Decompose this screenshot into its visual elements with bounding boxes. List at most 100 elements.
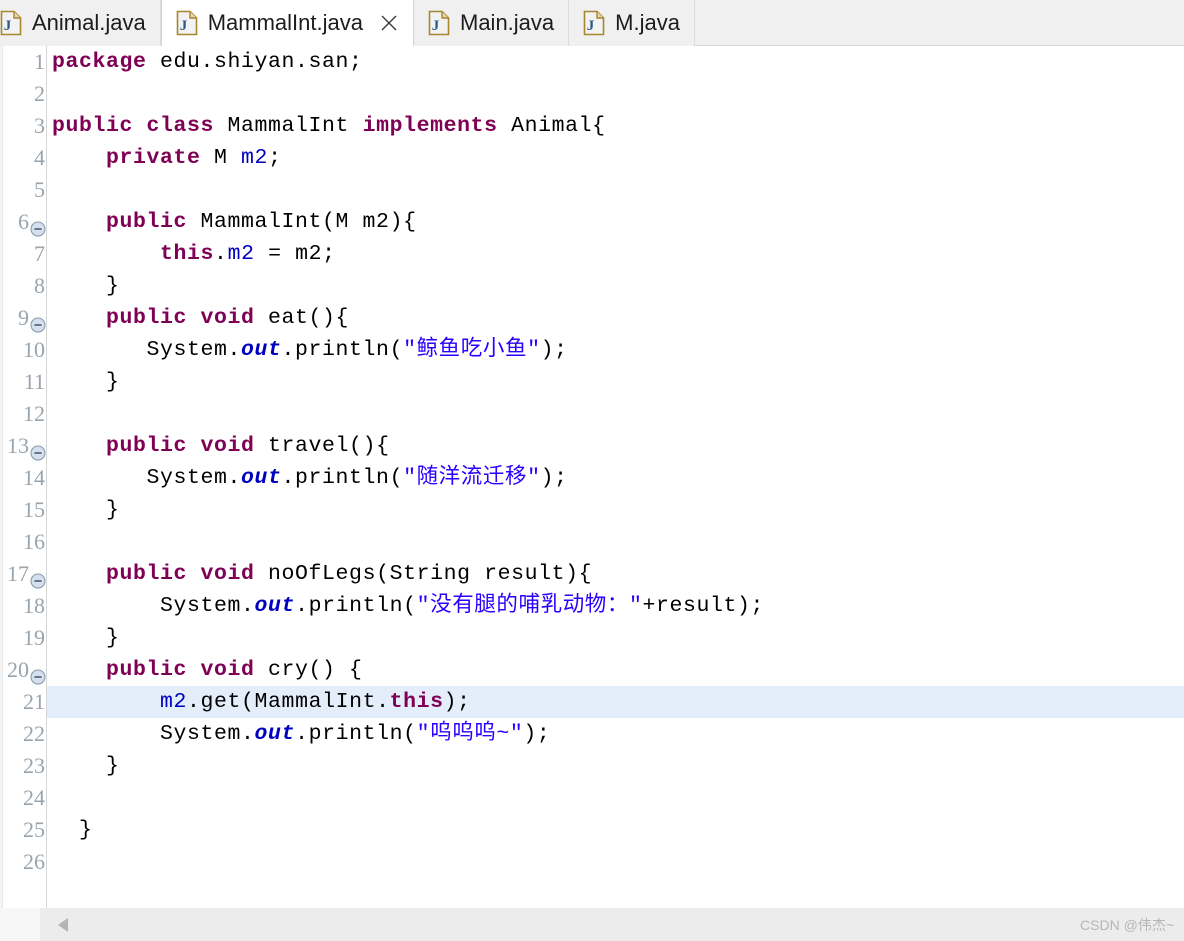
code-token: } xyxy=(52,818,93,842)
code-token: cry() { xyxy=(254,658,363,682)
line-number-3[interactable]: 3 xyxy=(3,110,46,142)
line-number-10[interactable]: 10 xyxy=(3,334,46,366)
line-number-label: 10 xyxy=(23,337,45,362)
editor-tab-m-java[interactable]: J M.java xyxy=(569,0,695,46)
code-line-1[interactable]: package edu.shiyan.san; xyxy=(47,46,1184,78)
line-number-9[interactable]: 9 xyxy=(3,302,46,334)
line-number-18[interactable]: 18 xyxy=(3,590,46,622)
code-line-4[interactable]: private M m2; xyxy=(47,142,1184,174)
code-token: .get(MammalInt. xyxy=(187,690,390,714)
line-number-label: 25 xyxy=(23,817,45,842)
java-file-icon: J xyxy=(583,10,605,36)
code-token: noOfLegs(String result){ xyxy=(254,562,593,586)
line-number-6[interactable]: 6 xyxy=(3,206,46,238)
code-line-23[interactable]: } xyxy=(47,750,1184,782)
code-token: ); xyxy=(540,466,568,490)
fold-collapse-icon[interactable] xyxy=(30,566,46,589)
code-editor[interactable]: 1 2 3 4 5 6 7 8 9 10 11 12 13 14 15 16 17 18 19 20 21 22 23 24 2… xyxy=(0,46,1184,908)
code-line-25[interactable]: } xyxy=(47,814,1184,846)
line-number-label: 24 xyxy=(23,785,45,810)
editor-tab-main-java[interactable]: J Main.java xyxy=(414,0,570,46)
line-number-5[interactable]: 5 xyxy=(3,174,46,206)
code-line-21[interactable]: m2.get(MammalInt.this); xyxy=(47,686,1184,718)
code-token: public void xyxy=(106,434,255,458)
code-line-14[interactable]: System.out.println("随洋流迁移"); xyxy=(47,462,1184,494)
line-number-16[interactable]: 16 xyxy=(3,526,46,558)
line-number-21[interactable]: 21 xyxy=(3,686,46,718)
code-token: ); xyxy=(540,338,568,362)
code-line-6[interactable]: public MammalInt(M m2){ xyxy=(47,206,1184,238)
scroll-left-arrow-icon[interactable] xyxy=(58,918,68,932)
code-token: out xyxy=(254,722,296,746)
code-line-8[interactable]: } xyxy=(47,270,1184,302)
line-number-20[interactable]: 20 xyxy=(3,654,46,686)
line-number-24[interactable]: 24 xyxy=(3,782,46,814)
code-line-26[interactable] xyxy=(47,846,1184,878)
code-line-13[interactable]: public void travel(){ xyxy=(47,430,1184,462)
line-number-17[interactable]: 17 xyxy=(3,558,46,590)
code-line-17[interactable]: public void noOfLegs(String result){ xyxy=(47,558,1184,590)
code-token: "没有腿的哺乳动物： xyxy=(416,594,629,618)
code-text-area[interactable]: package edu.shiyan.san; public class Mam… xyxy=(47,46,1184,908)
line-number-gutter[interactable]: 1 2 3 4 5 6 7 8 9 10 11 12 13 14 15 16 17 18 19 20 21 22 23 24 2… xyxy=(3,46,47,908)
line-number-label: 5 xyxy=(34,177,45,202)
editor-tab-mammalint-java[interactable]: J MammalInt.java xyxy=(160,0,414,46)
code-line-2[interactable] xyxy=(47,78,1184,110)
code-line-22[interactable]: System.out.println("呜呜呜~"); xyxy=(47,718,1184,750)
line-number-14[interactable]: 14 xyxy=(3,462,46,494)
code-token: System. xyxy=(52,722,255,746)
code-line-7[interactable]: this.m2 = m2; xyxy=(47,238,1184,270)
java-file-icon: J xyxy=(428,10,450,36)
code-line-11[interactable]: } xyxy=(47,366,1184,398)
line-number-label: 23 xyxy=(23,753,45,778)
fold-collapse-icon[interactable] xyxy=(30,310,46,333)
code-token: MammalInt xyxy=(214,114,363,138)
line-number-26[interactable]: 26 xyxy=(3,846,46,878)
line-number-8[interactable]: 8 xyxy=(3,270,46,302)
code-token: out xyxy=(241,338,282,362)
line-number-4[interactable]: 4 xyxy=(3,142,46,174)
code-line-9[interactable]: public void eat(){ xyxy=(47,302,1184,334)
horizontal-scrollbar[interactable]: CSDN @伟杰~ xyxy=(0,908,1184,941)
fold-collapse-icon[interactable] xyxy=(30,214,46,237)
code-line-15[interactable]: } xyxy=(47,494,1184,526)
code-token: ); xyxy=(523,722,551,746)
line-number-12[interactable]: 12 xyxy=(3,398,46,430)
line-number-7[interactable]: 7 xyxy=(3,238,46,270)
code-line-24[interactable] xyxy=(47,782,1184,814)
close-icon[interactable] xyxy=(379,13,399,33)
code-line-16[interactable] xyxy=(47,526,1184,558)
code-token: .println( xyxy=(281,466,404,490)
line-number-25[interactable]: 25 xyxy=(3,814,46,846)
code-token: travel(){ xyxy=(254,434,390,458)
code-line-19[interactable]: } xyxy=(47,622,1184,654)
line-number-label: 12 xyxy=(23,401,45,426)
code-line-18[interactable]: System.out.println("没有腿的哺乳动物："+result); xyxy=(47,590,1184,622)
line-number-23[interactable]: 23 xyxy=(3,750,46,782)
line-number-22[interactable]: 22 xyxy=(3,718,46,750)
code-token: .println( xyxy=(295,722,417,746)
code-line-5[interactable] xyxy=(47,174,1184,206)
fold-collapse-icon[interactable] xyxy=(30,662,46,685)
line-number-1[interactable]: 1 xyxy=(3,46,46,78)
line-number-15[interactable]: 15 xyxy=(3,494,46,526)
editor-tab-animal-java[interactable]: J Animal.java xyxy=(0,0,161,46)
fold-collapse-icon[interactable] xyxy=(30,438,46,461)
code-line-10[interactable]: System.out.println("鲸鱼吃小鱼"); xyxy=(47,334,1184,366)
line-number-label: 19 xyxy=(23,625,45,650)
scrollbar-track[interactable] xyxy=(47,908,1184,941)
code-token: ); xyxy=(443,690,471,714)
editor-tab-label: Animal.java xyxy=(32,10,146,35)
line-number-11[interactable]: 11 xyxy=(3,366,46,398)
code-token: public void xyxy=(106,306,255,330)
code-token: System. xyxy=(52,466,242,490)
code-line-20[interactable]: public void cry() { xyxy=(47,654,1184,686)
line-number-13[interactable]: 13 xyxy=(3,430,46,462)
line-number-19[interactable]: 19 xyxy=(3,622,46,654)
code-line-3[interactable]: public class MammalInt implements Animal… xyxy=(47,110,1184,142)
line-number-2[interactable]: 2 xyxy=(3,78,46,110)
code-line-12[interactable] xyxy=(47,398,1184,430)
